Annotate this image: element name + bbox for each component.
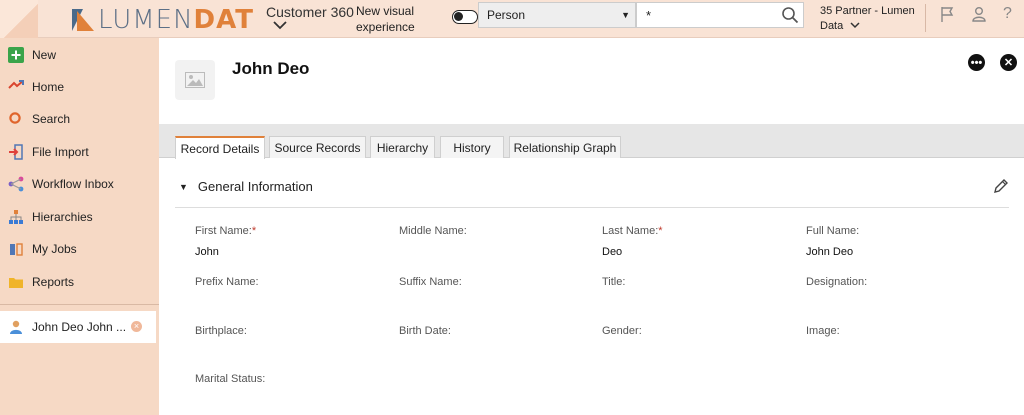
sidebar-item-workflow-inbox[interactable]: Workflow Inbox [0,169,159,199]
chevron-down-icon[interactable] [273,18,287,33]
sidebar-item-hierarchies[interactable]: Hierarchies [0,202,159,232]
field-label-marital-status: Marital Status: [195,373,266,385]
logo-text: LUMENDAT [98,5,254,35]
sidebar-item-label: Workflow Inbox [32,177,114,191]
person-icon [8,319,24,335]
hierarchy-icon [8,209,24,225]
page-title: John Deo [232,59,310,78]
user-icon[interactable] [970,5,988,23]
help-icon[interactable]: ? [1003,5,1021,23]
recent-record-item[interactable]: John Deo John ... × [0,311,156,343]
search-icon[interactable] [781,6,799,24]
entity-type-value: Person [487,8,526,22]
sidebar-item-label: Hierarchies [32,210,93,224]
header-decoration [0,0,38,38]
field-label-full-name: Full Name: [806,225,860,237]
close-icon[interactable]: ✕ [1000,54,1017,71]
jobs-icon [8,241,24,257]
workflow-icon [8,176,24,192]
field-label-birth-date: Birth Date: [399,325,451,337]
sidebar-item-label: File Import [32,145,89,159]
field-label-title: Title: [602,276,626,288]
home-icon [8,79,24,95]
chevron-down-icon [850,22,860,29]
field-label-suffix-name: Suffix Name: [399,276,462,288]
pencil-icon[interactable] [992,177,1010,195]
record-view: John Deo ••• ✕ Record Details Source Rec… [159,38,1024,415]
section-title: General Information [197,179,313,194]
sidebar-item-my-jobs[interactable]: My Jobs [0,234,159,264]
tenant-label: 35 Partner - Lumen Data [820,5,915,32]
tab-source-records[interactable]: Source Records [269,136,366,158]
plus-icon [8,47,24,63]
sidebar: New Home Search File Import Workflow Inb… [0,38,159,415]
new-visual-toggle[interactable] [452,10,478,24]
header-divider [925,4,926,32]
tab-hierarchy[interactable]: Hierarchy [370,136,435,158]
more-options-icon[interactable]: ••• [968,54,985,71]
recent-record-label: John Deo John ... [32,320,127,334]
sidebar-item-label: New [32,48,57,62]
section-divider [175,207,1009,208]
field-value-full-name: John Deo [806,246,854,258]
field-label-last-name: Last Name:* [602,225,663,237]
field-label-designation: Designation: [806,276,868,288]
caret-down-icon: ▼ [621,10,630,20]
sidebar-item-label: Search [32,112,71,126]
sidebar-item-file-import[interactable]: File Import [0,137,159,167]
file-import-icon [8,144,24,160]
section-header[interactable]: ▼ General Information [179,179,313,194]
flag-icon[interactable] [938,5,956,23]
sidebar-item-search[interactable]: Search [0,104,159,134]
folder-icon [8,274,24,290]
field-label-birthplace: Birthplace: [195,325,247,337]
sidebar-item-home[interactable]: Home [0,72,159,102]
field-label-first-name: First Name:* [195,225,257,237]
logo-mark-icon [72,9,94,31]
tab-relationship-graph[interactable]: Relationship Graph [509,136,621,158]
field-value-first-name: John [195,246,219,258]
entity-type-select[interactable]: Person ▼ [478,2,636,28]
search-icon [8,111,24,127]
sidebar-divider [0,304,159,305]
sidebar-item-label: Reports [32,275,75,289]
close-icon[interactable]: × [131,321,142,332]
collapse-triangle-icon[interactable]: ▼ [179,182,188,192]
sidebar-item-label: My Jobs [32,242,77,256]
search-value: * [646,7,652,23]
tenant-selector[interactable]: 35 Partner - Lumen Data [820,4,920,34]
image-placeholder-icon[interactable] [175,60,215,100]
global-search-input[interactable]: * [636,2,804,28]
sidebar-item-new[interactable]: New [0,40,159,70]
field-label-prefix-name: Prefix Name: [195,276,259,288]
field-label-middle-name: Middle Name: [399,225,467,237]
field-label-gender: Gender: [602,325,642,337]
field-value-last-name: Deo [602,246,623,258]
app-logo[interactable]: LUMENDAT [72,5,254,35]
tab-history[interactable]: History [440,136,504,158]
sidebar-item-reports[interactable]: Reports [0,267,159,297]
tab-record-details[interactable]: Record Details [175,136,265,159]
tab-bar: Record Details Source Records Hierarchy … [159,124,1024,159]
app-header: LUMENDAT Customer 360 New visual experie… [0,0,1024,38]
new-visual-label: New visual experience [356,4,415,34]
field-label-image: Image: [806,325,840,337]
sidebar-item-label: Home [32,80,65,94]
